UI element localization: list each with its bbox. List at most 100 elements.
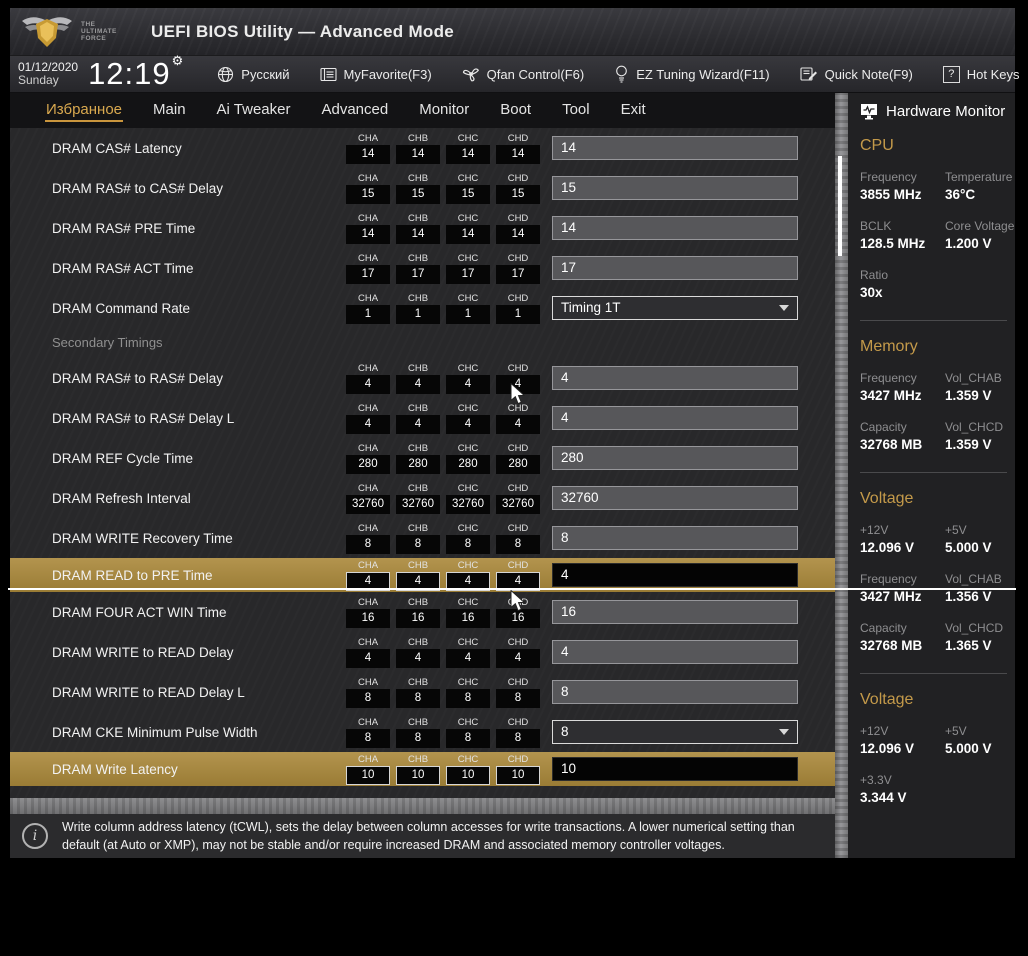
setting-input[interactable]: 10 xyxy=(552,757,798,781)
section-label: Secondary Timings xyxy=(52,335,163,350)
help-text: Write column address latency (tCWL), set… xyxy=(62,818,809,854)
toolbar-item-myfavorite-f3-[interactable]: MyFavorite(F3) xyxy=(319,66,432,82)
sensor-label: Capacity xyxy=(860,420,907,434)
hardware-monitor-title: Hardware Monitor xyxy=(860,103,1015,120)
setting-input[interactable]: 4 xyxy=(552,366,798,390)
sidebar-divider xyxy=(860,472,1007,473)
sensor-value: 36°C xyxy=(945,187,976,202)
setting-input[interactable]: 15 xyxy=(552,176,798,200)
sensor-label: Frequency xyxy=(860,572,917,586)
setting-input[interactable]: 4 xyxy=(552,640,798,664)
channel-value: 8 xyxy=(346,688,390,708)
tab-boot[interactable]: Boot xyxy=(499,99,532,122)
tab-tool[interactable]: Tool xyxy=(561,99,591,122)
channel-value: 8 xyxy=(396,688,440,708)
sensor-value: 5.000 V xyxy=(945,741,992,756)
sensor-value: 12.096 V xyxy=(860,741,915,756)
channel-label: CHD xyxy=(507,252,529,264)
toolbar-item-quick-note-f9-[interactable]: Quick Note(F9) xyxy=(800,66,913,82)
tab-ai-tweaker[interactable]: Ai Tweaker xyxy=(216,99,292,122)
tab-advanced[interactable]: Advanced xyxy=(320,99,389,122)
tab-main[interactable]: Main xyxy=(152,99,187,122)
bios-window: THE ULTIMATE FORCE UEFI BIOS Utility — A… xyxy=(10,8,1020,858)
sensors-lower: Frequency 3427 MHz Vol_CHAB 1.356 V Capacity… xyxy=(860,572,1015,807)
tab-exit[interactable]: Exit xyxy=(620,99,647,122)
channel-value: 280 xyxy=(446,454,490,474)
gear-icon[interactable]: ⚙ xyxy=(172,53,185,68)
sensor-label: +12V xyxy=(860,523,889,537)
setting-input[interactable]: 4 xyxy=(552,563,798,587)
setting-label: DRAM CAS# Latency xyxy=(52,140,182,156)
channel-value: 4 xyxy=(396,648,440,668)
setting-input[interactable]: 14 xyxy=(552,136,798,160)
toolbar-item-qfan-control-f6-[interactable]: Qfan Control(F6) xyxy=(462,66,584,82)
date-display[interactable]: 01/12/2020 Sunday xyxy=(18,61,78,87)
setting-row: DRAM READ to PRE Time CHA 4 CHB 4 CHC 4 CHD 4 4 xyxy=(10,558,835,592)
channel-cell: CHC 4 xyxy=(446,403,490,434)
channel-label: CHD xyxy=(507,172,529,184)
channel-label: CHD xyxy=(507,362,529,374)
setting-select[interactable]: Timing 1T xyxy=(552,296,798,320)
channel-cell: CHD 8 xyxy=(496,677,540,708)
toolbar-item--[interactable]: Русский xyxy=(217,66,290,83)
channel-group: CHA 32760 CHB 32760 CHC 32760 CHD 32760 xyxy=(346,483,540,514)
sensor-row: BCLK 128.5 MHz Core Voltage 1.200 V xyxy=(860,219,1015,253)
channel-cell: CHB 1 xyxy=(396,293,440,324)
tab-monitor[interactable]: Monitor xyxy=(418,99,470,122)
setting-row: DRAM REF Cycle Time CHA 280 CHB 280 CHC 280 CHD… xyxy=(10,438,835,478)
help-text-line2: default (at Auto or XMP), may not be sta… xyxy=(62,838,725,852)
sidebar-section-title: Voltage xyxy=(860,490,914,507)
scrollbar-thumb[interactable] xyxy=(838,156,842,256)
setting-label: DRAM CKE Minimum Pulse Width xyxy=(52,724,258,740)
channel-cell: CHA 17 xyxy=(346,253,390,284)
channel-cell: CHC 15 xyxy=(446,173,490,204)
channel-value: 15 xyxy=(496,184,540,204)
setting-row: DRAM RAS# to RAS# Delay CHA 4 CHB 4 CHC 4 CHD 4 4 xyxy=(10,358,835,398)
setting-input[interactable]: 16 xyxy=(552,600,798,624)
toolbar-item-label: MyFavorite(F3) xyxy=(343,66,432,82)
setting-row: DRAM Refresh Interval CHA 32760 CHB 32760 CHC… xyxy=(10,478,835,518)
channel-label: CHA xyxy=(357,132,379,144)
channel-cell: CHA 280 xyxy=(346,443,390,474)
channel-cell: CHC 32760 xyxy=(446,483,490,514)
sensor-value: 3427 MHz xyxy=(860,388,922,403)
setting-select[interactable]: 8 xyxy=(552,720,798,744)
toolbar-item-ez-tuning-wizard-f11-[interactable]: EZ Tuning Wizard(F11) xyxy=(614,65,770,83)
sensor: Capacity 32768 MB xyxy=(860,621,945,655)
channel-label: CHA xyxy=(357,292,379,304)
time-display[interactable]: 12:19⚙ xyxy=(88,53,185,92)
setting-input[interactable]: 17 xyxy=(552,256,798,280)
channel-label: CHC xyxy=(457,442,479,454)
channel-label: CHD xyxy=(507,292,529,304)
setting-input[interactable]: 32760 xyxy=(552,486,798,510)
setting-input[interactable]: 280 xyxy=(552,446,798,470)
question-icon: ? xyxy=(942,65,960,83)
toolbar-item-hot-keys[interactable]: ? Hot Keys xyxy=(942,65,1020,83)
sensor: Vol_CHAB 1.359 V xyxy=(945,371,1015,405)
setting-input[interactable]: 8 xyxy=(552,680,798,704)
channel-label: CHA xyxy=(357,522,379,534)
channel-label: CHA xyxy=(357,482,379,494)
channel-group: CHA 4 CHB 4 CHC 4 CHD 4 xyxy=(346,403,540,434)
note-icon xyxy=(800,66,818,82)
channel-cell: CHC 17 xyxy=(446,253,490,284)
channel-cell: CHA 15 xyxy=(346,173,390,204)
chevron-down-icon xyxy=(779,305,789,311)
sensor: +12V 12.096 V xyxy=(860,523,945,557)
channel-group: CHA 14 CHB 14 CHC 14 CHD 14 xyxy=(346,133,540,164)
sensor: Temperature 36°C xyxy=(945,170,1015,204)
channel-cell: CHB 14 xyxy=(396,133,440,164)
setting-input[interactable]: 4 xyxy=(552,406,798,430)
channel-cell: CHB 10 xyxy=(396,754,440,785)
tab--[interactable]: Избранное xyxy=(45,99,124,122)
setting-label: DRAM RAS# to RAS# Delay L xyxy=(52,410,235,426)
sensor-label: Vol_CHCD xyxy=(945,420,1004,434)
channel-cell: CHA 8 xyxy=(346,717,390,748)
title-bar: THE ULTIMATE FORCE UEFI BIOS Utility — A… xyxy=(10,8,1015,55)
setting-input[interactable]: 8 xyxy=(552,526,798,550)
sensor: Frequency 3855 MHz xyxy=(860,170,945,204)
channel-label: CHB xyxy=(407,402,429,414)
channel-label: CHC xyxy=(457,636,479,648)
setting-input[interactable]: 14 xyxy=(552,216,798,240)
channel-value: 280 xyxy=(396,454,440,474)
